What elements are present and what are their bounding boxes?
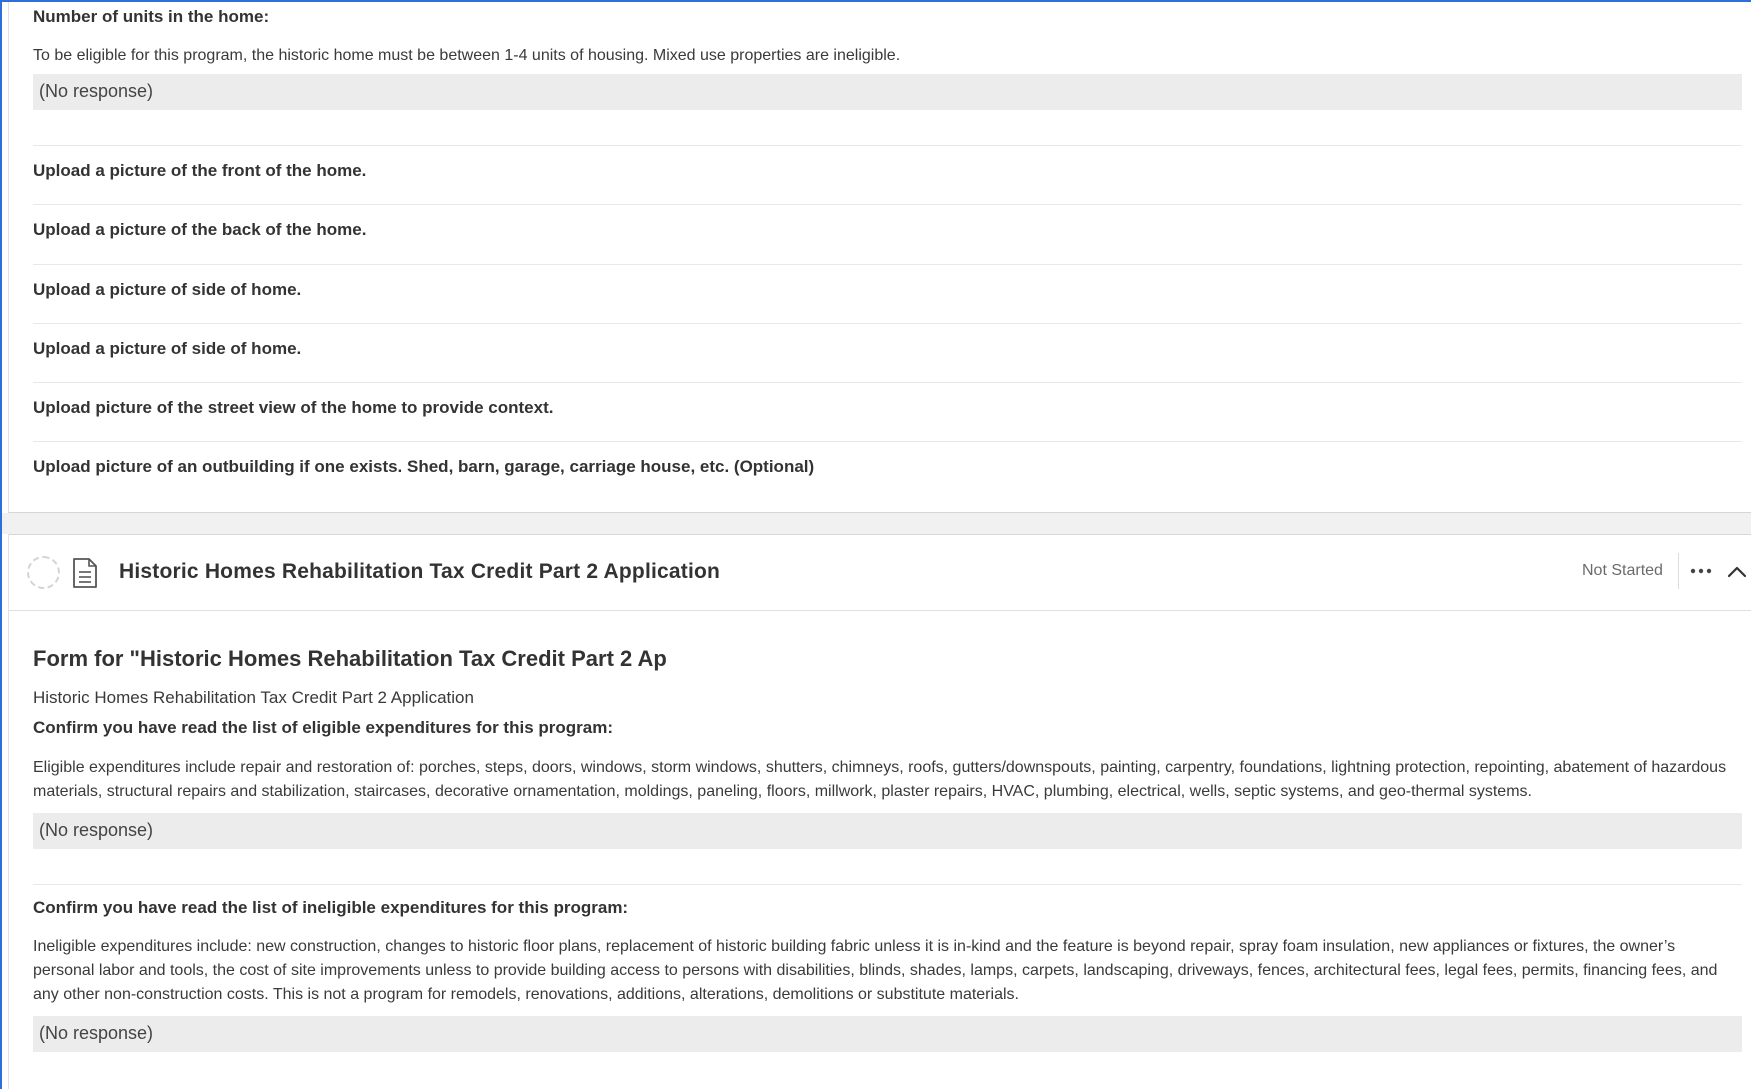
more-horizontal-icon[interactable] bbox=[1689, 561, 1713, 581]
divider bbox=[33, 382, 1742, 383]
divider bbox=[33, 204, 1742, 205]
chevron-up-icon[interactable] bbox=[1726, 562, 1748, 582]
form-title: Form for "Historic Homes Rehabilitation … bbox=[33, 646, 667, 671]
upload-back-label: Upload a picture of the back of the home… bbox=[33, 220, 367, 239]
status-label: Not Started bbox=[1582, 562, 1663, 579]
divider bbox=[33, 884, 1742, 885]
ineligible-description: Ineligible expenditures include: new con… bbox=[33, 938, 1718, 1003]
eligible-response-field: (No response) bbox=[33, 813, 1742, 849]
ineligible-question-label: Confirm you have read the list of inelig… bbox=[33, 898, 629, 917]
ineligible-response-field: (No response) bbox=[33, 1016, 1742, 1052]
divider bbox=[33, 441, 1742, 442]
units-question-label: Number of units in the home: bbox=[33, 7, 270, 26]
document-icon bbox=[73, 558, 97, 588]
divider bbox=[33, 145, 1742, 146]
divider bbox=[33, 323, 1742, 324]
divider bbox=[33, 264, 1742, 265]
upload-outbuilding-label: Upload picture of an outbuilding if one … bbox=[33, 457, 815, 476]
eligible-question-label: Confirm you have read the list of eligib… bbox=[33, 718, 613, 737]
header-divider bbox=[1678, 553, 1679, 589]
upload-street-view-label: Upload picture of the street view of the… bbox=[33, 398, 554, 417]
upload-front-label: Upload a picture of the front of the hom… bbox=[33, 161, 367, 180]
units-response-field: (No response) bbox=[33, 74, 1742, 110]
left-focus-border bbox=[0, 0, 2, 1089]
upload-side-label-2: Upload a picture of side of home. bbox=[33, 339, 302, 358]
section-title: Historic Homes Rehabilitation Tax Credit… bbox=[119, 560, 721, 583]
units-question-description: To be eligible for this program, the his… bbox=[33, 47, 901, 64]
form-subtitle: Historic Homes Rehabilitation Tax Credit… bbox=[33, 688, 474, 707]
status-circle-icon bbox=[27, 556, 60, 589]
eligible-description: Eligible expenditures include repair and… bbox=[33, 759, 1727, 800]
section-gap bbox=[2, 513, 1751, 534]
upload-side-label: Upload a picture of side of home. bbox=[33, 280, 302, 299]
